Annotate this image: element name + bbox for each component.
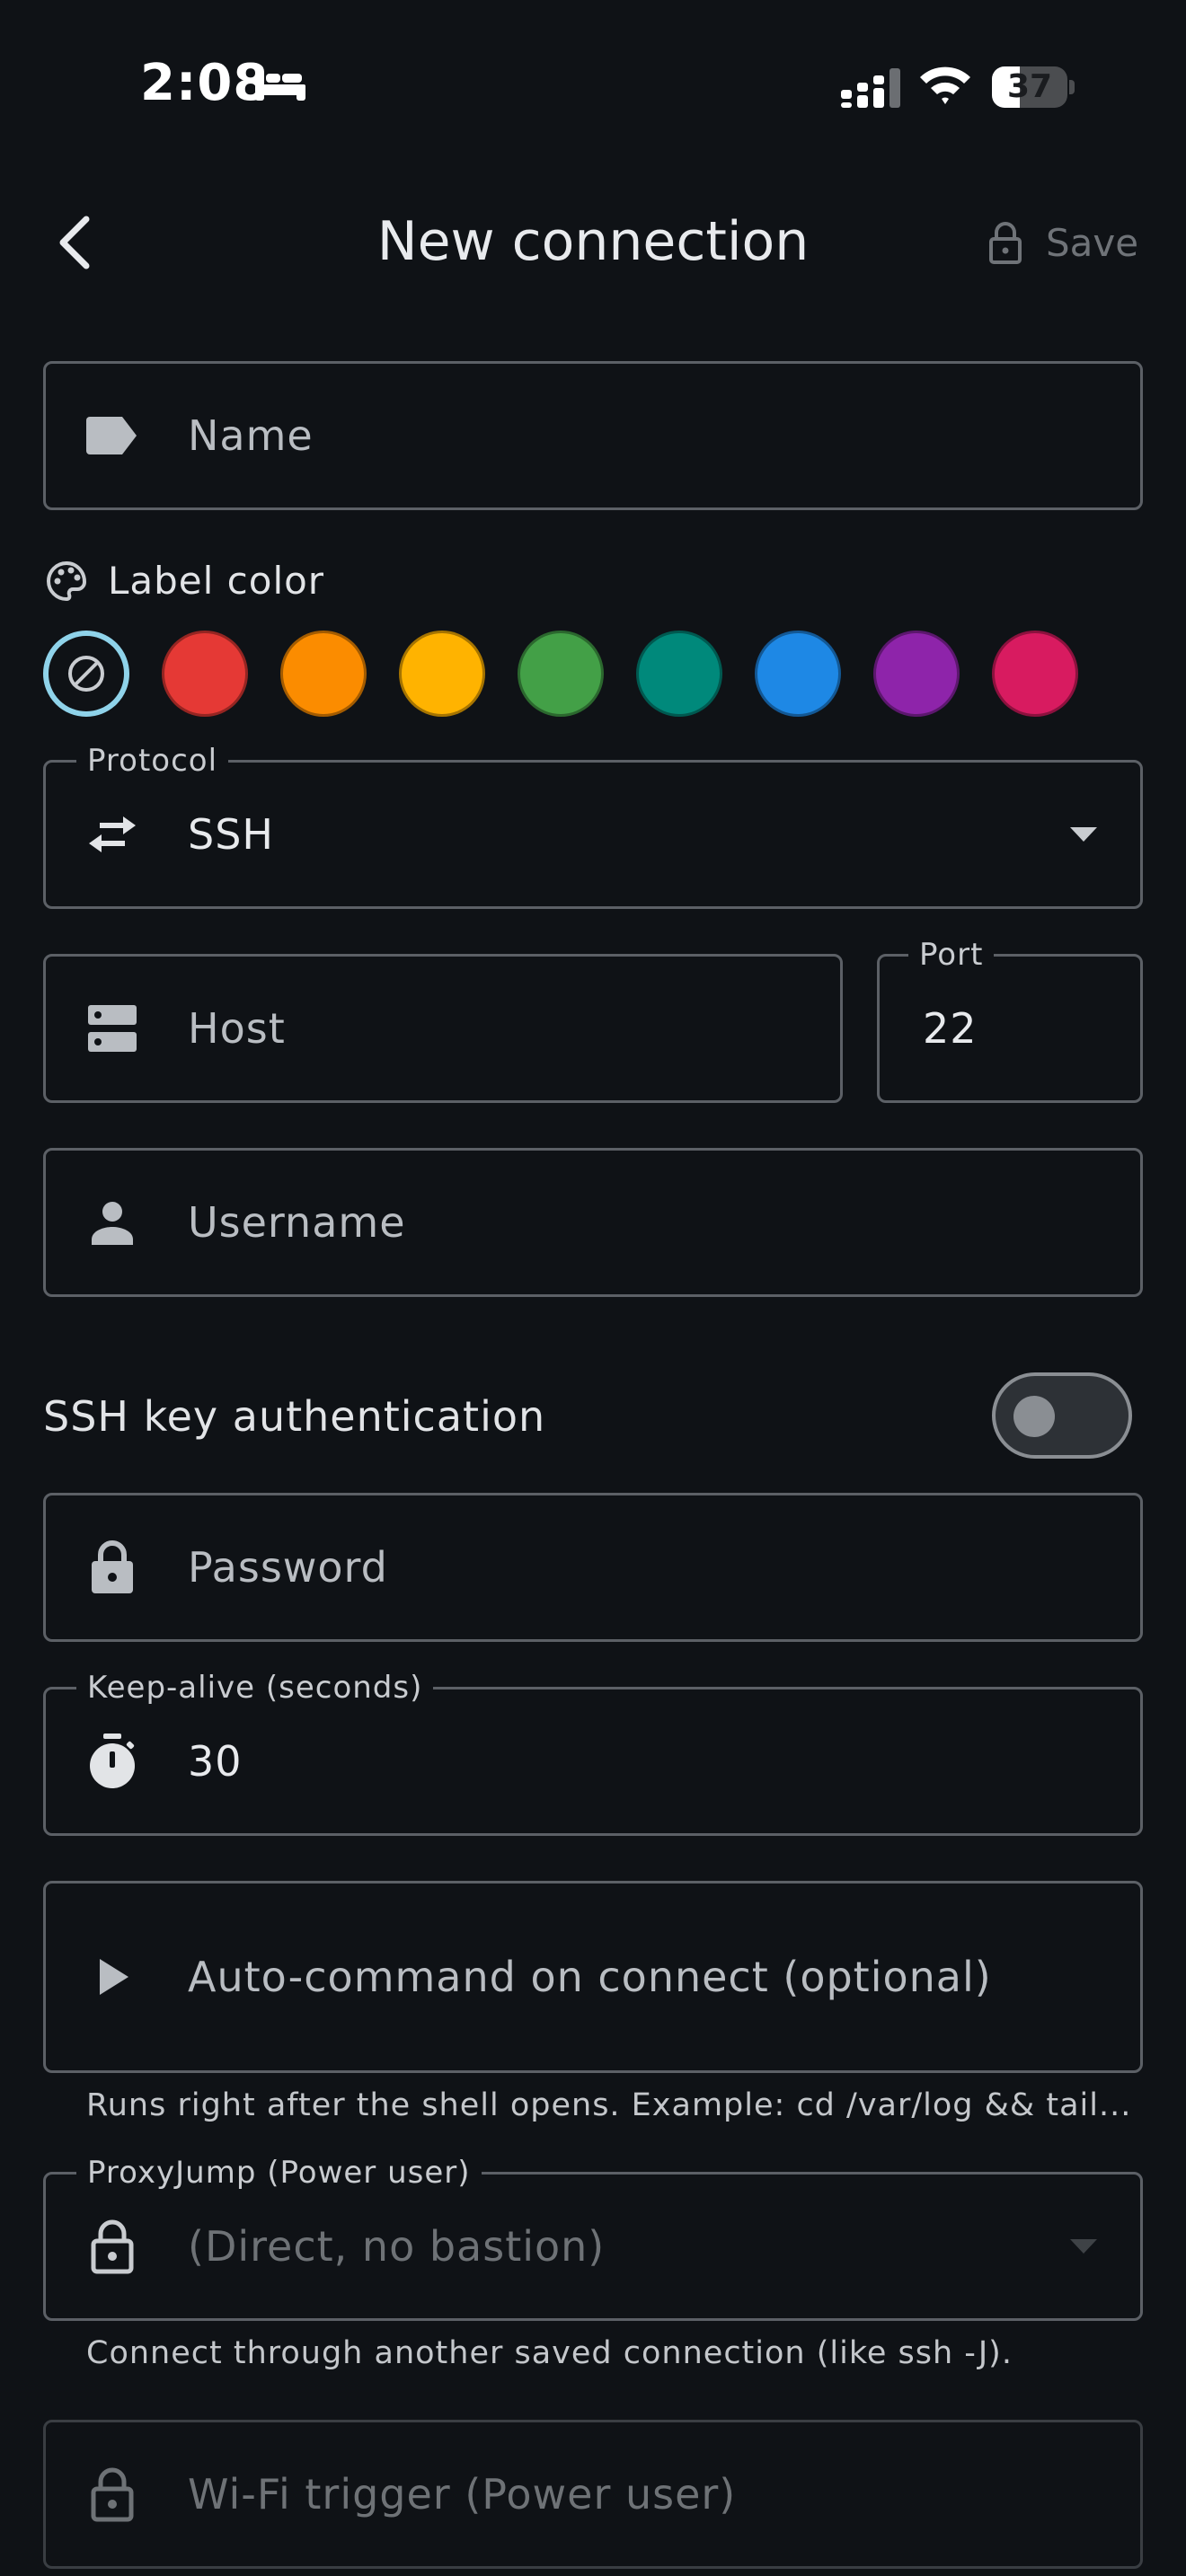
wifi-trigger-field[interactable]: Wi-Fi trigger (Power user) <box>43 2420 1143 2569</box>
no-color-icon <box>68 656 104 692</box>
color-swatch[interactable] <box>636 631 722 717</box>
lock-icon <box>989 222 1022 264</box>
battery-percent: 37 <box>1006 68 1053 105</box>
color-swatch[interactable] <box>755 631 841 717</box>
bed-icon <box>253 66 307 106</box>
wifi-trigger-placeholder: Wi-Fi trigger (Power user) <box>188 2470 737 2519</box>
name-field[interactable]: Name <box>43 361 1143 510</box>
lock-icon <box>84 1539 141 1596</box>
color-swatch-none[interactable] <box>43 631 129 717</box>
color-swatch[interactable] <box>873 631 960 717</box>
auto-command-placeholder: Auto-command on connect (optional) <box>188 1953 992 2001</box>
swap-arrows-icon <box>84 806 141 863</box>
keep-alive-value: 30 <box>188 1737 243 1786</box>
auto-command-helper: Runs right after the shell opens. Exampl… <box>86 2087 1132 2123</box>
password-placeholder: Password <box>188 1543 388 1592</box>
label-icon <box>84 407 141 464</box>
username-field[interactable]: Username <box>43 1148 1143 1297</box>
color-swatch[interactable] <box>162 631 248 717</box>
battery-indicator: 37 <box>992 66 1075 108</box>
host-field[interactable]: Host <box>43 954 843 1103</box>
password-field[interactable]: Password <box>43 1493 1143 1642</box>
proxy-jump-helper: Connect through another saved connection… <box>86 2335 1013 2371</box>
lock-outline-icon <box>84 2218 141 2275</box>
server-icon <box>84 1000 141 1057</box>
palette-icon <box>47 560 87 601</box>
port-field[interactable]: Port 22 <box>877 937 1143 1103</box>
label-color-label: Label color <box>108 559 325 603</box>
name-placeholder: Name <box>188 411 314 460</box>
dropdown-arrow-icon <box>1070 827 1097 842</box>
wifi-icon <box>918 63 972 111</box>
protocol-value: SSH <box>188 810 274 859</box>
signal-icon <box>841 68 902 111</box>
person-icon <box>84 1194 141 1251</box>
dropdown-arrow-icon <box>1070 2239 1097 2254</box>
auto-command-field[interactable]: Auto-command on connect (optional) <box>43 1881 1143 2073</box>
label-color-header: Label color <box>45 559 324 603</box>
keep-alive-legend: Keep-alive (seconds) <box>76 1670 434 1706</box>
proxy-jump-value: (Direct, no bastion) <box>188 2222 606 2271</box>
lock-outline-icon <box>84 2466 141 2523</box>
username-placeholder: Username <box>188 1198 406 1247</box>
port-value: 22 <box>923 1004 978 1053</box>
play-icon <box>84 1948 141 2006</box>
ssh-key-auth-toggle[interactable] <box>992 1372 1132 1459</box>
timer-icon <box>84 1733 141 1790</box>
color-swatch[interactable] <box>399 631 485 717</box>
host-placeholder: Host <box>188 1004 286 1053</box>
color-swatch[interactable] <box>518 631 604 717</box>
keep-alive-field[interactable]: Keep-alive (seconds) 30 <box>43 1670 1143 1836</box>
color-swatch[interactable] <box>992 631 1078 717</box>
save-label: Save <box>1046 220 1139 265</box>
color-swatches <box>43 629 1143 719</box>
proxy-jump-legend: ProxyJump (Power user) <box>76 2155 482 2191</box>
save-button[interactable]: Save <box>988 216 1138 269</box>
ssh-key-auth-label: SSH key authentication <box>43 1392 546 1441</box>
protocol-legend: Protocol <box>76 743 229 779</box>
proxy-jump-select[interactable]: ProxyJump (Power user) (Direct, no basti… <box>43 2155 1143 2321</box>
status-time: 2:08 <box>140 54 270 112</box>
protocol-select[interactable]: Protocol SSH <box>43 743 1143 909</box>
color-swatch[interactable] <box>280 631 367 717</box>
port-legend: Port <box>908 937 995 973</box>
